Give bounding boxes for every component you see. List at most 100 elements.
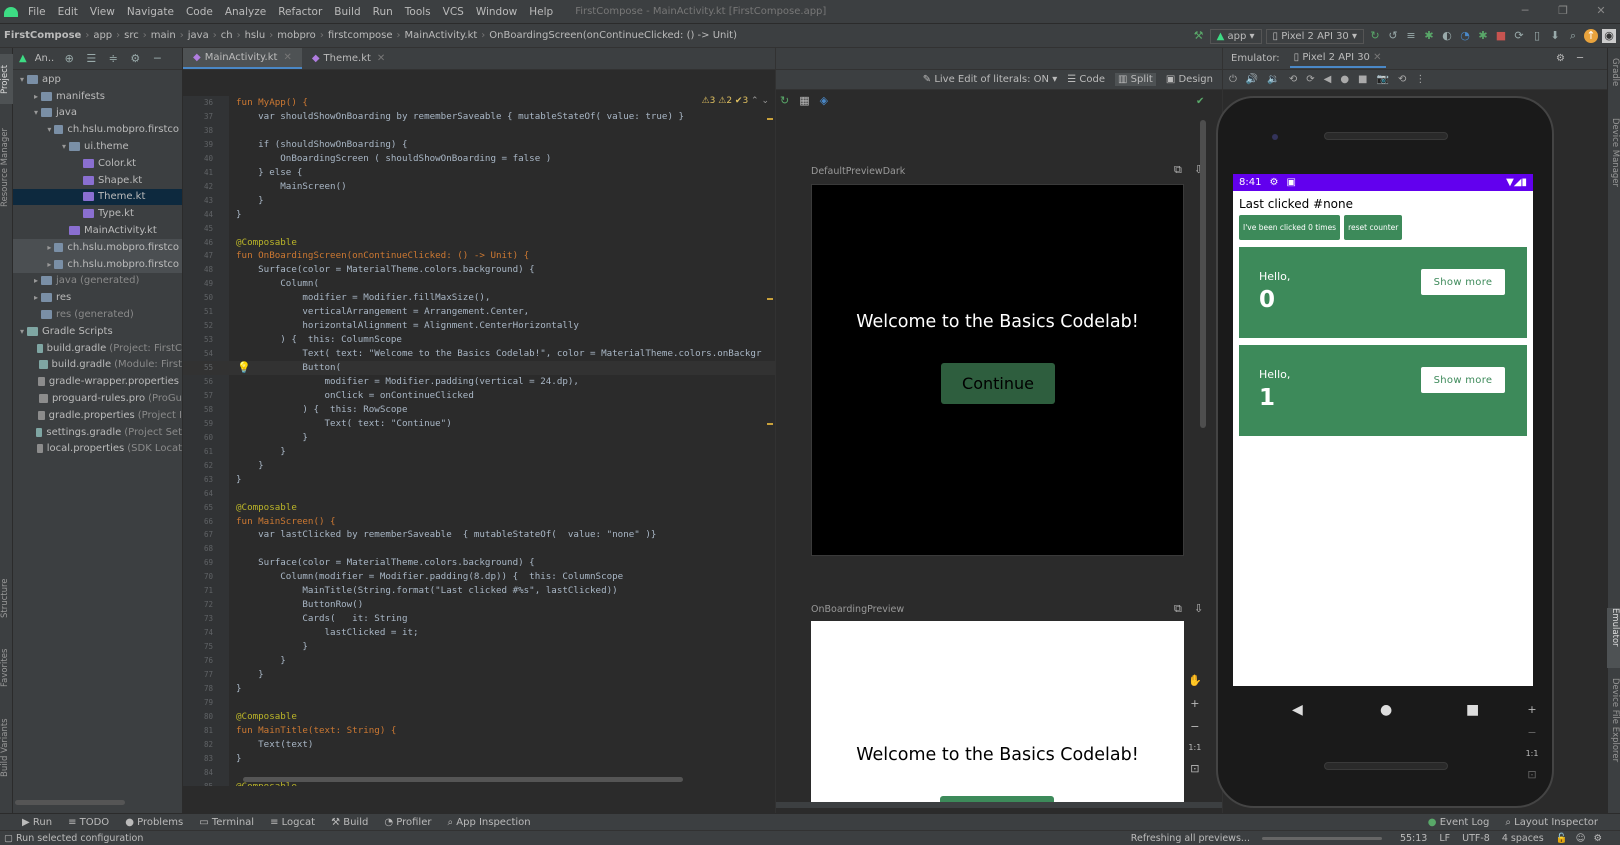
code-line[interactable]: 63}	[183, 473, 775, 487]
preview-v-scrollbar[interactable]	[1200, 120, 1206, 428]
code-line[interactable]: 60 }	[183, 431, 775, 445]
stop-icon[interactable]: ■	[1494, 29, 1508, 43]
breadcrumb-item[interactable]: java	[184, 30, 213, 41]
deploy-icon-2[interactable]: ⇩	[1194, 602, 1203, 615]
code-line[interactable]: 49 Column(	[183, 277, 775, 291]
home-icon[interactable]: ●	[1340, 74, 1349, 85]
tab-mainactivity[interactable]: ◆ MainActivity.kt ✕	[183, 48, 302, 69]
menu-build[interactable]: Build	[328, 6, 366, 18]
breadcrumb-item[interactable]: FirstCompose	[0, 30, 85, 41]
code-line[interactable]: 79	[183, 696, 775, 710]
menu-run[interactable]: Run	[367, 6, 399, 18]
code-line[interactable]: 73 Cards( it: String	[183, 612, 775, 626]
menu-help[interactable]: Help	[523, 6, 559, 18]
code-line[interactable]: 82 Text(text)	[183, 738, 775, 752]
code-view-button[interactable]: ☰ Code	[1067, 74, 1105, 85]
show-more-button[interactable]: Show more	[1421, 367, 1505, 393]
update-icon[interactable]: ↑	[1584, 29, 1598, 43]
code-line[interactable]: 64	[183, 487, 775, 501]
split-view-button[interactable]: ▥ Split	[1115, 73, 1156, 86]
design-view-button[interactable]: ▣ Design	[1166, 74, 1213, 85]
code-line[interactable]: 75 }	[183, 640, 775, 654]
notifications-icon[interactable]: ⚙	[1593, 833, 1602, 844]
code-line[interactable]: 43 }	[183, 194, 775, 208]
line-separator[interactable]: LF	[1433, 833, 1456, 844]
breadcrumb-item[interactable]: app	[89, 30, 116, 41]
expand-arrow-icon[interactable]: ▾	[17, 327, 27, 336]
bottom-tab-logcat[interactable]: ≡ Logcat	[262, 817, 323, 828]
code-line[interactable]: 44}	[183, 208, 775, 222]
code-line[interactable]: 39 if (shouldShowOnBoarding) {	[183, 138, 775, 152]
code-line[interactable]: 50 modifier = Modifier.fillMaxSize(),	[183, 291, 775, 305]
bottom-tab-todo[interactable]: ≡ TODO	[60, 817, 117, 828]
nav-recents-icon[interactable]: ■	[1466, 702, 1479, 718]
tree-item[interactable]: settings.gradle (Project Set	[13, 424, 182, 441]
expand-arrow-icon[interactable]: ▸	[31, 293, 41, 302]
code-line[interactable]: 54 Text( text: "Welcome to the Basics Co…	[183, 347, 775, 361]
zoom-out-icon[interactable]: −	[1188, 720, 1202, 733]
code-line[interactable]: 42 MainScreen()	[183, 180, 775, 194]
tree-item[interactable]: gradle-wrapper.properties	[13, 373, 182, 390]
tool-gradle[interactable]: Gradle	[1607, 58, 1620, 108]
tool-device-file-explorer[interactable]: Device File Explorer	[1607, 678, 1620, 788]
rotate-left-icon[interactable]: ⟲	[1289, 74, 1297, 85]
sdk-manager-icon[interactable]: ⬇	[1548, 29, 1562, 43]
collapse-all-icon[interactable]: ≑	[106, 52, 120, 66]
tree-item[interactable]: ▾ ui.theme	[13, 138, 182, 155]
search-icon[interactable]: ⌕	[1566, 29, 1580, 43]
bottom-tab-problems[interactable]: ● Problems	[117, 817, 191, 828]
code-line[interactable]: 83}	[183, 752, 775, 766]
device-manager-icon[interactable]: ▯	[1530, 29, 1544, 43]
zoom-in-icon[interactable]: +	[1525, 703, 1539, 716]
hammer-icon[interactable]: ⚒	[1192, 29, 1206, 43]
tree-item[interactable]: ▾ app	[13, 71, 182, 88]
menu-file[interactable]: File	[22, 6, 52, 18]
code-line[interactable]: 59 Text( text: "Continue")	[183, 417, 775, 431]
tree-item[interactable]: gradle.properties (Project I	[13, 407, 182, 424]
code-line[interactable]: 58 ) { this: RowScope	[183, 403, 775, 417]
code-line[interactable]: 47 fun OnBoardingScreen(onContinueClicked…	[183, 249, 775, 263]
code-line[interactable]: 78}	[183, 682, 775, 696]
lock-icon[interactable]: 🔓	[1556, 833, 1568, 844]
breadcrumb-item[interactable]: firstcompose	[324, 30, 397, 41]
code-line[interactable]: 66 fun MainScreen() {	[183, 515, 775, 529]
menu-tools[interactable]: Tools	[399, 6, 437, 18]
volume-up-icon[interactable]: 🔊	[1246, 74, 1258, 85]
bottom-tab-run[interactable]: ▶ Run	[14, 817, 60, 828]
expand-arrow-icon[interactable]: ▸	[45, 260, 54, 269]
tool-favorites[interactable]: Favorites	[0, 638, 13, 698]
tree-item[interactable]: ▾ java	[13, 105, 182, 122]
code-line[interactable]: 67 var lastClicked by rememberSaveable {…	[183, 528, 775, 542]
layout-inspector-button[interactable]: ⌕ Layout Inspector	[1497, 817, 1606, 828]
pin-icon-2[interactable]: ⧉	[1174, 602, 1182, 616]
tree-item[interactable]: proguard-rules.pro (ProGu	[13, 390, 182, 407]
tool-emulator[interactable]: Emulator	[1607, 608, 1620, 668]
tree-item[interactable]: build.gradle (Module: First	[13, 357, 182, 374]
code-line[interactable]: 69 Surface(color = MaterialTheme.colors.…	[183, 556, 775, 570]
expand-all-icon[interactable]: ☰	[84, 52, 98, 66]
code-line[interactable]: 36 fun MyApp() {	[183, 96, 775, 110]
code-line[interactable]: 38	[183, 124, 775, 138]
breadcrumb-item[interactable]: src	[120, 30, 143, 41]
back-icon[interactable]: ◀	[1324, 74, 1332, 85]
tree-item[interactable]: res (generated)	[13, 306, 182, 323]
close-icon[interactable]: ✕	[1582, 0, 1620, 24]
apply-code-changes-icon[interactable]: ↺	[1386, 29, 1400, 43]
tree-item[interactable]: ▸ res	[13, 289, 182, 306]
power-icon[interactable]: ⏻	[1229, 74, 1237, 85]
inspection-widget[interactable]: ⚠3 ⚠2 ✔3 ⌃ ⌄	[701, 96, 769, 106]
code-line[interactable]: 53 ) { this: ColumnScope	[183, 333, 775, 347]
refresh-icon[interactable]: ↻	[780, 94, 789, 107]
hide-emulator-icon[interactable]: ─	[1577, 53, 1583, 64]
tree-item[interactable]: build.gradle (Project: FirstC	[13, 340, 182, 357]
code-line[interactable]: 80 @Composable	[183, 710, 775, 724]
code-line[interactable]: 68	[183, 542, 775, 556]
menu-code[interactable]: Code	[180, 6, 219, 18]
tree-item[interactable]: ▸ manifests	[13, 88, 182, 105]
breadcrumb-item[interactable]: MainActivity.kt	[401, 30, 482, 41]
expand-arrow-icon[interactable]: ▾	[59, 142, 69, 151]
menu-window[interactable]: Window	[470, 6, 523, 18]
tree-item[interactable]: Shape.kt	[13, 172, 182, 189]
coverage-icon[interactable]: ◐	[1440, 29, 1454, 43]
tree-item[interactable]: Theme.kt	[13, 188, 182, 206]
